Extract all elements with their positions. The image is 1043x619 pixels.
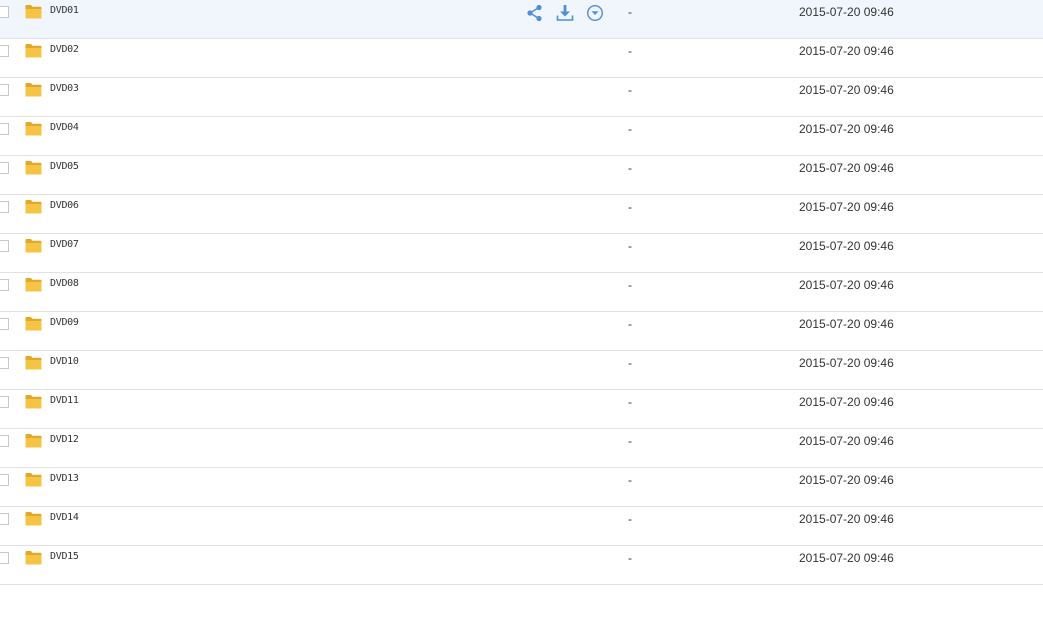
file-size: - (628, 44, 632, 58)
folder-icon (25, 161, 42, 175)
file-size: - (628, 473, 632, 487)
file-row[interactable]: DVD10 - 2015-07-20 09:46 (0, 351, 1043, 390)
file-name[interactable]: DVD04 (50, 122, 79, 133)
file-size: - (628, 200, 632, 214)
row-checkbox[interactable] (0, 84, 9, 96)
folder-icon (25, 395, 42, 409)
file-modified-time: 2015-07-20 09:46 (799, 239, 894, 253)
file-size: - (628, 317, 632, 331)
folder-icon (25, 83, 42, 97)
file-name[interactable]: DVD09 (50, 317, 79, 328)
file-modified-time: 2015-07-20 09:46 (799, 122, 894, 136)
file-name[interactable]: DVD01 (50, 5, 79, 16)
file-size: - (628, 83, 632, 97)
row-checkbox[interactable] (0, 6, 9, 18)
download-icon[interactable] (556, 4, 574, 22)
file-name[interactable]: DVD13 (50, 473, 79, 484)
file-row[interactable]: DVD13 - 2015-07-20 09:46 (0, 468, 1043, 507)
file-size: - (628, 239, 632, 253)
file-modified-time: 2015-07-20 09:46 (799, 44, 894, 58)
folder-icon (25, 278, 42, 292)
file-modified-time: 2015-07-20 09:46 (799, 5, 894, 19)
file-name[interactable]: DVD06 (50, 200, 79, 211)
folder-icon (25, 512, 42, 526)
file-size: - (628, 278, 632, 292)
file-size: - (628, 395, 632, 409)
file-name[interactable]: DVD10 (50, 356, 79, 367)
file-modified-time: 2015-07-20 09:46 (799, 395, 894, 409)
file-name[interactable]: DVD08 (50, 278, 79, 289)
file-row[interactable]: DVD05 - 2015-07-20 09:46 (0, 156, 1043, 195)
file-modified-time: 2015-07-20 09:46 (799, 200, 894, 214)
file-row[interactable]: DVD03 - 2015-07-20 09:46 (0, 78, 1043, 117)
file-modified-time: 2015-07-20 09:46 (799, 356, 894, 370)
file-modified-time: 2015-07-20 09:46 (799, 473, 894, 487)
file-name[interactable]: DVD03 (50, 83, 79, 94)
file-name[interactable]: DVD02 (50, 44, 79, 55)
folder-icon (25, 551, 42, 565)
folder-icon (25, 356, 42, 370)
row-checkbox[interactable] (0, 279, 9, 291)
file-size: - (628, 161, 632, 175)
file-row[interactable]: DVD14 - 2015-07-20 09:46 (0, 507, 1043, 546)
file-list: DVD01 - 2015-07-20 09:46 DVD02 - 2015-07… (0, 0, 1043, 585)
file-modified-time: 2015-07-20 09:46 (799, 551, 894, 565)
folder-icon (25, 473, 42, 487)
row-checkbox[interactable] (0, 513, 9, 525)
file-row[interactable]: DVD06 - 2015-07-20 09:46 (0, 195, 1043, 234)
file-name[interactable]: DVD15 (50, 551, 79, 562)
file-row[interactable]: DVD09 - 2015-07-20 09:46 (0, 312, 1043, 351)
file-row[interactable]: DVD08 - 2015-07-20 09:46 (0, 273, 1043, 312)
row-checkbox[interactable] (0, 552, 9, 564)
file-modified-time: 2015-07-20 09:46 (799, 278, 894, 292)
row-checkbox[interactable] (0, 396, 9, 408)
file-row[interactable]: DVD11 - 2015-07-20 09:46 (0, 390, 1043, 429)
file-name[interactable]: DVD14 (50, 512, 79, 523)
file-size: - (628, 434, 632, 448)
folder-icon (25, 200, 42, 214)
folder-icon (25, 317, 42, 331)
file-modified-time: 2015-07-20 09:46 (799, 83, 894, 97)
file-size: - (628, 5, 632, 19)
share-icon[interactable] (526, 4, 544, 22)
file-size: - (628, 122, 632, 136)
file-row[interactable]: DVD01 - 2015-07-20 09:46 (0, 0, 1043, 39)
folder-icon (25, 44, 42, 58)
folder-icon (25, 122, 42, 136)
file-row[interactable]: DVD15 - 2015-07-20 09:46 (0, 546, 1043, 585)
row-checkbox[interactable] (0, 435, 9, 447)
file-row[interactable]: DVD12 - 2015-07-20 09:46 (0, 429, 1043, 468)
folder-icon (25, 5, 42, 19)
file-modified-time: 2015-07-20 09:46 (799, 161, 894, 175)
row-checkbox[interactable] (0, 45, 9, 57)
file-modified-time: 2015-07-20 09:46 (799, 434, 894, 448)
row-checkbox[interactable] (0, 240, 9, 252)
file-row[interactable]: DVD02 - 2015-07-20 09:46 (0, 39, 1043, 78)
row-checkbox[interactable] (0, 357, 9, 369)
file-row[interactable]: DVD07 - 2015-07-20 09:46 (0, 234, 1043, 273)
folder-icon (25, 239, 42, 253)
row-checkbox[interactable] (0, 201, 9, 213)
file-size: - (628, 551, 632, 565)
more-dropdown-icon[interactable] (586, 4, 604, 22)
file-row[interactable]: DVD04 - 2015-07-20 09:46 (0, 117, 1043, 156)
file-modified-time: 2015-07-20 09:46 (799, 512, 894, 526)
file-name[interactable]: DVD07 (50, 239, 79, 250)
row-checkbox[interactable] (0, 474, 9, 486)
file-size: - (628, 512, 632, 526)
file-size: - (628, 356, 632, 370)
row-checkbox[interactable] (0, 123, 9, 135)
row-checkbox[interactable] (0, 162, 9, 174)
folder-icon (25, 434, 42, 448)
file-modified-time: 2015-07-20 09:46 (799, 317, 894, 331)
file-name[interactable]: DVD05 (50, 161, 79, 172)
row-checkbox[interactable] (0, 318, 9, 330)
file-name[interactable]: DVD11 (50, 395, 79, 406)
file-name[interactable]: DVD12 (50, 434, 79, 445)
